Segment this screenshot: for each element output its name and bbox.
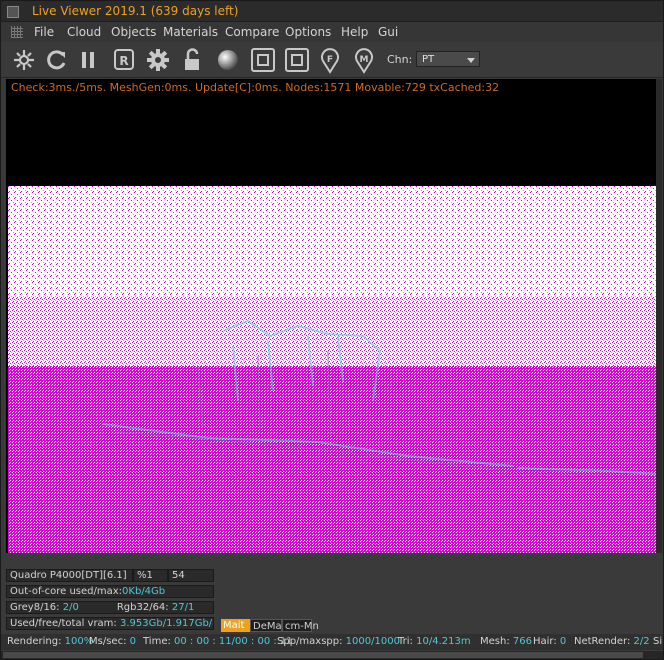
material-ball-icon[interactable]: [213, 46, 243, 74]
vertical-scrollbar[interactable]: [656, 79, 662, 553]
live-viewer-window: Live Viewer 2019.1 (639 days left) File …: [0, 0, 664, 660]
render-stats: Check:3ms./5ms. MeshGen:0ms. Update[C]:0…: [11, 81, 500, 94]
film-region-icon[interactable]: [282, 46, 312, 74]
pause-icon[interactable]: [73, 46, 103, 74]
send-scene-icon[interactable]: [9, 46, 39, 74]
gpu-temperature: 54: [168, 569, 214, 582]
menu-materials[interactable]: Materials: [163, 25, 218, 39]
restart-icon[interactable]: [41, 46, 71, 74]
toolbar: R F M Chn: PT: [1, 43, 663, 78]
svg-text:M: M: [360, 55, 369, 65]
channel-select[interactable]: PT: [416, 51, 480, 67]
menu-cloud[interactable]: Cloud: [67, 25, 101, 39]
menu-file[interactable]: File: [34, 25, 54, 39]
rendering-status: Rendering: 100%: [7, 636, 94, 647]
net-render-status: NetRender: 2/2: [574, 636, 650, 647]
hair-count: Hair: 0: [533, 636, 567, 647]
out-of-core-info: Out-of-core used/max:0Kb/4Gb: [6, 585, 214, 598]
render-image[interactable]: [8, 186, 662, 553]
menu-objects[interactable]: Objects: [111, 25, 156, 39]
channel-label: Chn:: [387, 53, 413, 66]
title-bar: Live Viewer 2019.1 (639 days left): [1, 1, 663, 22]
status-bar: Rendering: 100% Ms/sec: 0 Time: 00 : 00 …: [1, 634, 663, 650]
scrollbar-thumb[interactable]: [3, 652, 643, 658]
render-viewport[interactable]: Check:3ms./5ms. MeshGen:0ms. Update[C]:0…: [6, 79, 662, 553]
render-region-icon[interactable]: R: [109, 46, 139, 74]
menu-bar: File Cloud Objects Materials Compare Opt…: [1, 22, 663, 42]
menu-help[interactable]: Help: [341, 25, 368, 39]
tab-mait[interactable]: Mait: [221, 619, 250, 632]
tab-demair[interactable]: DeMair: [250, 619, 289, 632]
window-menu-icon[interactable]: [7, 6, 19, 18]
vram-info: Used/free/total vram: 3.953Gb/1.917Gb/8G…: [6, 617, 214, 630]
svg-text:R: R: [119, 54, 128, 68]
menu-gui[interactable]: Gui: [378, 25, 398, 39]
window-title: Live Viewer 2019.1 (639 days left): [32, 4, 239, 18]
svg-text:F: F: [327, 55, 333, 65]
grip-icon: [11, 26, 23, 38]
region-box-icon[interactable]: [248, 46, 278, 74]
samples-per-pixel: Spp/maxspp: 1000/1000: [277, 636, 400, 647]
chevron-down-icon: [467, 58, 475, 63]
lock-icon[interactable]: [177, 46, 207, 74]
gpu-usage: %1: [133, 569, 168, 582]
gpu-name: Quadro P4000[DT][6.1]: [6, 569, 133, 582]
channel-value: PT: [422, 54, 435, 65]
ms-per-sec: Ms/sec: 0: [89, 636, 136, 647]
mesh-count: Mesh: 766: [480, 636, 532, 647]
noisy-render-canvas: [8, 186, 662, 553]
status-overflow: Si: [653, 636, 663, 647]
menu-compare[interactable]: Compare: [225, 25, 279, 39]
material-picker-icon[interactable]: M: [349, 46, 379, 74]
texture-count-info: Grey8/16: 2/0 Rgb32/64: 27/1: [6, 601, 214, 614]
tab-cm-mn[interactable]: cm-Mn: [282, 619, 319, 632]
focus-picker-icon[interactable]: F: [315, 46, 345, 74]
render-time: Time: 00 : 00 : 11/00 : 00 : 11: [143, 636, 293, 647]
device-info-panel: Quadro P4000[DT][6.1] %1 54 Out-of-core …: [6, 553, 662, 633]
settings-gear-icon[interactable]: [143, 46, 173, 74]
triangle-count: Tri: 10/4.213m: [398, 636, 471, 647]
menu-options[interactable]: Options: [285, 25, 331, 39]
horizontal-scrollbar[interactable]: [1, 651, 663, 659]
